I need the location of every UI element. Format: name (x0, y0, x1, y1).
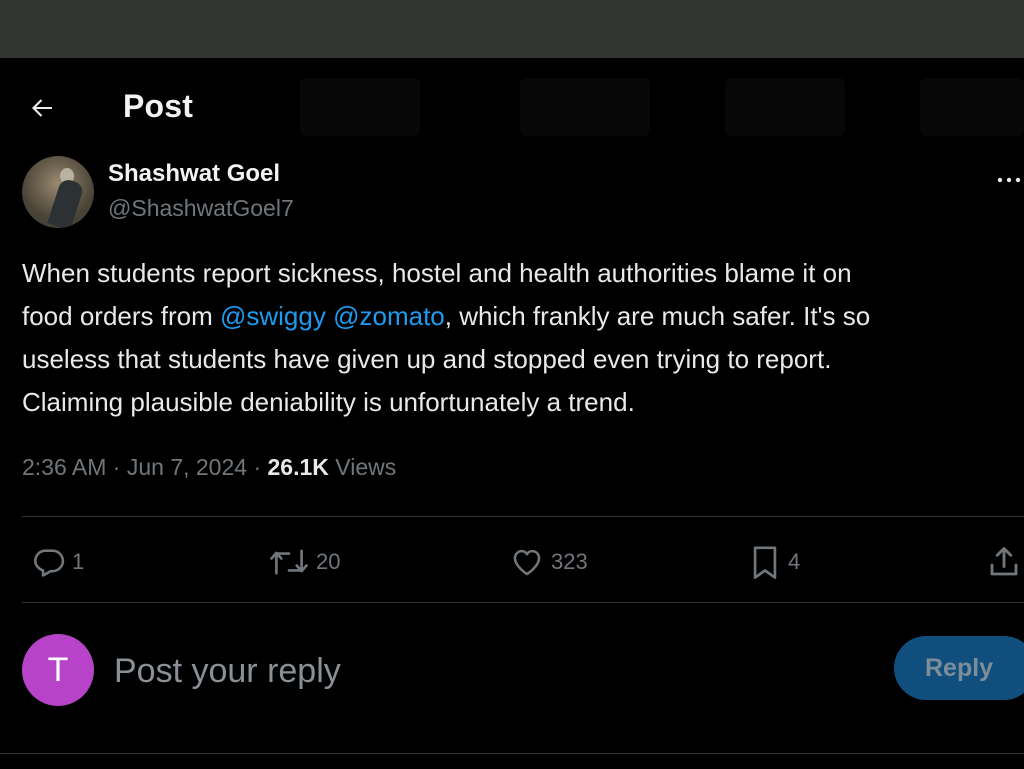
reply-input[interactable] (112, 642, 816, 700)
more-options-button[interactable] (996, 166, 1024, 194)
back-button[interactable] (22, 88, 62, 128)
like-count: 323 (551, 549, 588, 574)
more-horizontal-icon (997, 177, 1021, 183)
post-text: When students report sickness, hostel an… (22, 252, 1024, 424)
blurred-tab (920, 78, 1024, 136)
mention-link[interactable]: @zomato (333, 301, 445, 331)
mention-link[interactable]: @swiggy (220, 301, 326, 331)
post-date[interactable]: Jun 7, 2024 (127, 454, 247, 480)
repost-count: 20 (316, 549, 341, 574)
repost-icon (270, 549, 308, 575)
post-page: Post Shashwat Goel @ShashwatGoel7 When s… (0, 58, 1024, 769)
divider (22, 602, 1024, 603)
avatar[interactable] (22, 156, 94, 228)
author-name[interactable]: Shashwat Goel (108, 160, 280, 188)
post-text-line: Claiming plausible deniability is unfort… (22, 387, 635, 417)
views-label: Views (328, 454, 397, 480)
blurred-tab (725, 78, 845, 136)
heart-icon (513, 549, 541, 576)
browser-top-bar (0, 0, 1024, 58)
page-header: Post (0, 58, 1024, 156)
repost-button[interactable]: 20 (268, 542, 340, 582)
post-time[interactable]: 2:36 AM (22, 454, 106, 480)
views-count: 26.1K (267, 454, 329, 480)
author-handle[interactable]: @ShashwatGoel7 (108, 195, 294, 222)
bookmark-icon (753, 546, 777, 579)
bookmark-button[interactable]: 4 (748, 542, 800, 582)
like-button[interactable]: 323 (509, 542, 588, 582)
reply-button[interactable]: Reply (894, 636, 1024, 700)
avatar[interactable]: T (22, 634, 94, 706)
reply-action-button[interactable]: 1 (32, 542, 84, 582)
post-metadata: 2:36 AM · Jun 7, 2024 · 26.1K Views (22, 454, 397, 480)
share-upload-icon (990, 547, 1018, 576)
page-title: Post (123, 88, 194, 124)
reply-composer: T Reply (0, 628, 1024, 718)
blurred-tab (300, 78, 420, 136)
share-button[interactable] (986, 542, 1022, 582)
divider (0, 753, 1024, 769)
post-text-line: useless that students have given up and … (22, 344, 832, 374)
blurred-tab (520, 78, 650, 136)
divider (22, 516, 1024, 517)
post-text-line: When students report sickness, hostel an… (22, 258, 852, 288)
arrow-left-icon (32, 99, 52, 117)
reply-count: 1 (72, 549, 85, 574)
speech-bubble-icon (33, 549, 65, 577)
bookmark-count: 4 (788, 549, 801, 574)
post-author: Shashwat Goel @ShashwatGoel7 (22, 156, 1024, 232)
action-bar: 1 20 323 4 (0, 532, 1024, 596)
post-text-line: food orders from @swiggy @zomato, which … (22, 301, 871, 331)
